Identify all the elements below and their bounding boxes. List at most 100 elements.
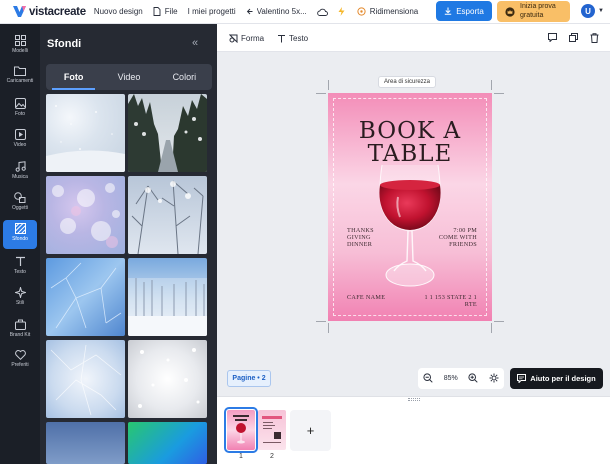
page-thumb-1[interactable] (224, 407, 258, 453)
trash-icon[interactable] (590, 33, 599, 45)
rail-item-background[interactable]: Sfondo (3, 220, 37, 249)
panel-title: Sfondi (47, 38, 82, 50)
back-arrow-icon (246, 8, 253, 15)
styles-icon (14, 287, 26, 298)
background-thumb[interactable] (128, 94, 207, 172)
background-thumb[interactable] (46, 422, 125, 464)
new-design-button[interactable]: Nuovo design (94, 7, 143, 16)
free-trial-line1: Inizia prova (520, 3, 556, 10)
design-help-label: Aiuto per il design (530, 374, 596, 383)
backgrounds-panel: Sfondi « Foto Video Colori (40, 24, 217, 464)
photo-icon (14, 98, 26, 109)
strip-resize-handle[interactable] (408, 398, 420, 401)
rail-item-brand-kit[interactable]: Brand Kit (3, 316, 37, 345)
my-projects-link[interactable]: I miei progetti (188, 7, 236, 16)
export-button[interactable]: Esporta (436, 1, 492, 21)
rail-item-video[interactable]: Video (3, 126, 37, 155)
settings-gear-icon[interactable] (489, 373, 499, 385)
guide-mark (316, 93, 326, 94)
context-toolbar: Forma Testo (217, 24, 610, 52)
free-trial-text: Inizia prova gratuita (520, 3, 556, 20)
background-thumb[interactable] (128, 176, 207, 254)
rail-item-text[interactable]: Testo (3, 253, 37, 282)
download-icon (445, 7, 452, 15)
rail-item-templates[interactable]: Modelli (3, 32, 37, 61)
resize-button[interactable]: Ridimensiona (357, 7, 418, 16)
background-thumb[interactable] (128, 258, 207, 336)
rail-label-text: Testo (14, 269, 26, 275)
rail-item-favorites[interactable]: Preferiti (3, 347, 37, 376)
design-help-button[interactable]: Aiuto per il design (510, 368, 603, 389)
tab-colors[interactable]: Colori (157, 64, 212, 90)
tab-video[interactable]: Video (101, 64, 156, 90)
rail-item-styles[interactable]: Stili (3, 284, 37, 313)
guide-mark (494, 321, 504, 322)
heart-icon (14, 350, 26, 360)
rail-label-templates: Modelli (12, 48, 28, 54)
chat-icon (517, 374, 527, 383)
comment-icon[interactable] (548, 33, 557, 44)
cloud-save-icon (316, 8, 332, 16)
avatar[interactable]: U (581, 4, 595, 18)
text-label: Testo (289, 34, 309, 43)
panel-tabs: Foto Video Colori (46, 64, 212, 90)
file-menu[interactable]: File (153, 7, 178, 16)
shape-button[interactable]: Forma (229, 34, 264, 43)
zoom-level[interactable]: 85% (444, 375, 458, 382)
rail-label-video: Video (13, 142, 27, 148)
rail-item-objects[interactable]: Oggetti (3, 189, 37, 218)
safety-area-border (333, 98, 487, 316)
free-trial-line2: gratuita (520, 11, 544, 19)
free-trial-button[interactable]: Inizia prova gratuita (497, 1, 570, 22)
text-tool-icon (278, 35, 285, 43)
left-rail: Modelli Caricamenti Foto Video Musica Og… (0, 24, 40, 464)
resize-icon (357, 7, 366, 16)
zoom-in-icon[interactable] (468, 372, 478, 385)
objects-icon (14, 192, 26, 203)
top-bar: vistacreate Nuovo design File I miei pro… (0, 0, 610, 24)
background-thumb[interactable] (46, 94, 125, 172)
collapse-icon[interactable]: « (192, 37, 198, 49)
page-number-1: 1 (239, 453, 243, 460)
music-icon (15, 161, 26, 172)
project-name[interactable]: Valentino 5x... (246, 7, 307, 16)
folder-icon (14, 66, 26, 76)
add-page-button[interactable]: + (290, 410, 331, 451)
rail-label-brand-kit: Brand Kit (9, 332, 31, 338)
rail-label-music: Musica (12, 174, 28, 180)
background-thumb[interactable] (46, 258, 125, 336)
brandkit-icon (14, 319, 26, 330)
page-number-2: 2 (270, 453, 274, 460)
tab-photos[interactable]: Foto (46, 64, 101, 90)
shape-icon (229, 34, 238, 43)
rail-label-background: Sfondo (12, 236, 28, 242)
background-thumb[interactable] (128, 340, 207, 418)
guide-mark (328, 323, 329, 333)
guide-mark (491, 323, 492, 333)
guide-mark (494, 93, 504, 94)
file-label: File (164, 7, 178, 16)
guide-mark (328, 80, 329, 90)
rail-label-favorites: Preferiti (11, 362, 29, 368)
chevron-down-icon[interactable]: ▼ (598, 8, 604, 14)
rail-item-photos[interactable]: Foto (3, 95, 37, 124)
background-thumb[interactable] (46, 340, 125, 418)
zoom-out-icon[interactable] (423, 372, 433, 385)
logo-icon (13, 6, 26, 17)
text-button[interactable]: Testo (277, 34, 308, 43)
lightning-icon[interactable] (338, 7, 349, 16)
page-thumb-2[interactable] (258, 410, 286, 450)
logo[interactable]: vistacreate (13, 6, 86, 18)
pages-button[interactable]: Pagine • 2 (227, 370, 271, 387)
shape-label: Forma (241, 34, 265, 43)
rail-item-uploads[interactable]: Caricamenti (3, 63, 37, 92)
logo-text: vistacreate (29, 5, 86, 18)
background-thumb[interactable] (128, 422, 207, 464)
rail-item-music[interactable]: Musica (3, 158, 37, 187)
duplicate-icon[interactable] (569, 33, 578, 44)
resize-label: Ridimensiona (369, 7, 419, 16)
text-icon (15, 256, 25, 266)
guide-mark (316, 321, 326, 322)
zoom-controls: 85% (418, 368, 504, 389)
background-thumb[interactable] (46, 176, 125, 254)
